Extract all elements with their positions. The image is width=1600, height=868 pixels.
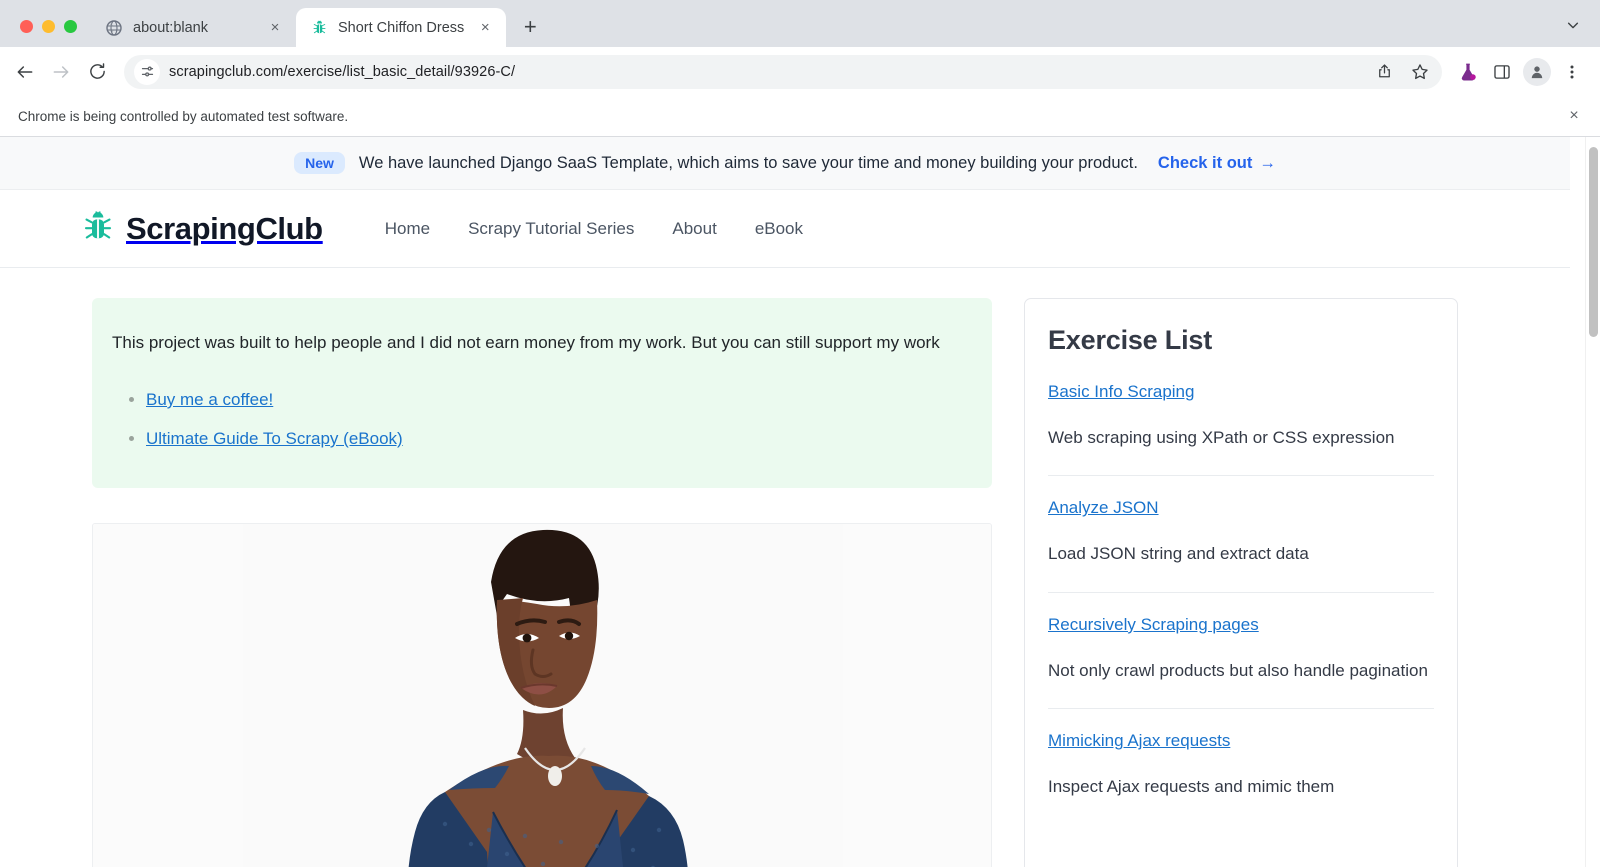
url-text[interactable]: scrapingclub.com/exercise/list_basic_det… xyxy=(169,64,1368,80)
arrow-right-icon: → xyxy=(1259,153,1276,172)
nav-item-about[interactable]: About xyxy=(672,219,716,239)
tune-icon[interactable] xyxy=(134,58,160,85)
promo-link-label: Check it out xyxy=(1157,153,1253,172)
brand-name: ScrapingClub xyxy=(126,210,323,246)
exercise-link-basic-info-scraping[interactable]: Basic Info Scraping xyxy=(1048,382,1194,402)
close-icon[interactable]: × xyxy=(264,17,286,39)
tab-strip: about:blank × Short Chiffon Dress × + xyxy=(0,0,1600,47)
exercise-description: Web scraping using XPath or CSS expressi… xyxy=(1048,428,1395,447)
page-viewport: New We have launched Django SaaS Templat… xyxy=(0,137,1600,867)
web-page: New We have launched Django SaaS Templat… xyxy=(0,137,1570,867)
back-button[interactable] xyxy=(8,55,42,89)
exercise-description: Not only crawl products but also handle … xyxy=(1048,660,1428,680)
window-controls xyxy=(10,20,91,47)
status-badge: New xyxy=(294,152,345,174)
address-bar[interactable]: scrapingclub.com/exercise/list_basic_det… xyxy=(124,54,1442,89)
browser-tab-short-chiffon-dress[interactable]: Short Chiffon Dress × xyxy=(296,8,507,47)
tab-title: about:blank xyxy=(133,19,208,36)
list-item: Buy me a coffee! xyxy=(146,380,968,419)
nav-item-ebook[interactable]: eBook xyxy=(755,219,803,239)
list-item: Mimicking Ajax requests Inspect Ajax req… xyxy=(1048,731,1434,824)
exercise-description: Inspect Ajax requests and mimic them xyxy=(1048,777,1335,797)
star-icon[interactable] xyxy=(1404,56,1436,88)
side-panel-icon[interactable] xyxy=(1486,56,1518,88)
support-notice-text: This project was built to help people an… xyxy=(112,333,940,352)
support-notice: This project was built to help people an… xyxy=(92,298,992,489)
globe-icon xyxy=(105,19,123,37)
reload-button[interactable] xyxy=(80,55,114,89)
new-tab-button[interactable]: + xyxy=(514,11,546,43)
promo-banner: New We have launched Django SaaS Templat… xyxy=(0,137,1570,190)
list-item: Basic Info Scraping Web scraping using X… xyxy=(1048,382,1434,477)
product-image-container xyxy=(92,523,992,867)
automation-infobar-message: Chrome is being controlled by automated … xyxy=(18,108,349,124)
promo-check-it-out-link[interactable]: Check it out → xyxy=(1158,154,1276,173)
bug-icon xyxy=(310,19,328,37)
extension-flask-icon[interactable] xyxy=(1452,56,1484,88)
browser-tab-about-blank[interactable]: about:blank × xyxy=(91,8,296,47)
tab-title: Short Chiffon Dress xyxy=(338,19,465,36)
list-item: Analyze JSON Load JSON string and extrac… xyxy=(1048,498,1434,593)
automation-infobar: Chrome is being controlled by automated … xyxy=(0,96,1600,137)
exercise-link-analyze-json[interactable]: Analyze JSON xyxy=(1048,498,1159,518)
bug-icon xyxy=(82,210,114,247)
profile-avatar-icon[interactable] xyxy=(1523,57,1551,86)
list-item: Ultimate Guide To Scrapy (eBook) xyxy=(146,419,968,458)
share-icon[interactable] xyxy=(1368,56,1400,88)
main-column: This project was built to help people an… xyxy=(92,298,992,867)
site-nav: Home Scrapy Tutorial Series About eBook xyxy=(385,219,803,239)
forward-button[interactable] xyxy=(44,55,78,89)
browser-window: about:blank × Short Chiffon Dress × + sc… xyxy=(0,0,1600,868)
page-content: This project was built to help people an… xyxy=(0,268,1570,867)
exercise-list-card: Exercise List Basic Info Scraping Web sc… xyxy=(1024,298,1458,867)
exercise-link-recursively-scraping-pages[interactable]: Recursively Scraping pages xyxy=(1048,615,1259,635)
support-links-list: Buy me a coffee! Ultimate Guide To Scrap… xyxy=(146,380,968,458)
ultimate-guide-to-scrapy-link[interactable]: Ultimate Guide To Scrapy (eBook) xyxy=(146,429,403,448)
product-image xyxy=(93,524,991,867)
exercise-link-mimicking-ajax-requests[interactable]: Mimicking Ajax requests xyxy=(1048,731,1230,751)
close-icon[interactable]: × xyxy=(474,17,496,39)
scrollbar-thumb[interactable] xyxy=(1589,147,1598,337)
nav-item-scrapy-tutorial-series[interactable]: Scrapy Tutorial Series xyxy=(468,219,634,239)
promo-banner-text: We have launched Django SaaS Template, w… xyxy=(358,153,1138,172)
site-logo-link[interactable]: ScrapingClub xyxy=(82,210,323,247)
window-close-button[interactable] xyxy=(20,20,33,33)
sidebar-column: Exercise List Basic Info Scraping Web sc… xyxy=(1024,298,1458,867)
three-dot-menu-icon[interactable] xyxy=(1556,56,1588,88)
window-maximize-button[interactable] xyxy=(64,20,77,33)
tab-search-chevron-down-icon[interactable] xyxy=(1560,12,1586,38)
page-scrollbar[interactable] xyxy=(1585,137,1600,867)
window-minimize-button[interactable] xyxy=(42,20,55,33)
list-item: Recursively Scraping pages Not only craw… xyxy=(1048,615,1434,710)
nav-item-home[interactable]: Home xyxy=(385,219,430,239)
exercise-description: Load JSON string and extract data xyxy=(1048,544,1309,564)
close-icon[interactable]: × xyxy=(1562,104,1586,128)
buy-me-a-coffee-link[interactable]: Buy me a coffee! xyxy=(146,390,273,409)
site-header: ScrapingClub Home Scrapy Tutorial Series… xyxy=(0,190,1570,268)
browser-toolbar: scrapingclub.com/exercise/list_basic_det… xyxy=(0,47,1600,96)
page-title: Exercise List xyxy=(1048,325,1213,355)
